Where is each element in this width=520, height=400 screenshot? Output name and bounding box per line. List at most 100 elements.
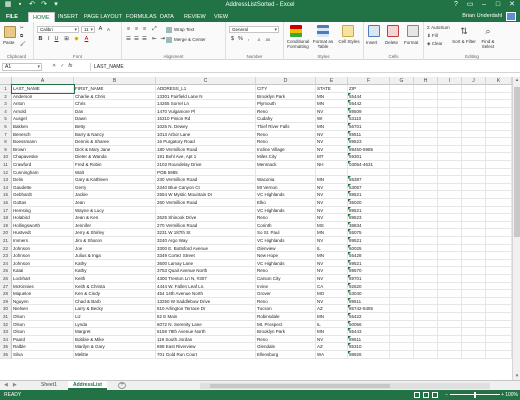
table-cell[interactable]: MN	[316, 328, 348, 336]
format-as-table-icon[interactable]	[317, 25, 329, 37]
table-cell[interactable]	[414, 259, 438, 268]
table-cell[interactable]: 3349 Cortez Street	[156, 252, 256, 260]
table-cell[interactable]: 260 Vermillion Road	[156, 199, 256, 207]
table-cell[interactable]: Olson	[12, 320, 74, 329]
table-cell[interactable]	[414, 206, 438, 215]
table-cell[interactable]: Larry & Becky	[74, 305, 156, 313]
row-header[interactable]: 1	[0, 85, 12, 93]
wrap-text-button[interactable]: Wrap Text	[174, 27, 194, 32]
table-cell[interactable]	[414, 214, 438, 222]
table-cell[interactable]: Carson City	[256, 275, 316, 283]
table-cell[interactable]	[438, 275, 462, 283]
tab-insert[interactable]: INSERT	[54, 12, 82, 22]
table-cell[interactable]: NV	[316, 107, 348, 116]
table-cell[interactable]: Anderson	[12, 92, 74, 101]
table-cell[interactable]: 59301	[348, 153, 390, 161]
font-size-select[interactable]: 11	[81, 26, 95, 33]
table-cell[interactable]: 89521	[348, 206, 390, 215]
table-cell[interactable]: Margret	[74, 328, 156, 336]
table-cell[interactable]	[414, 92, 438, 101]
format-as-table-button[interactable]: Format as Table	[312, 39, 334, 49]
table-cell[interactable]: NV	[316, 237, 348, 245]
table-cell[interactable]	[414, 130, 438, 139]
table-cell[interactable]: Irvine	[256, 282, 316, 291]
table-cell[interactable]	[486, 107, 512, 116]
table-cell[interactable]: Gebhardt	[12, 191, 74, 199]
table-cell[interactable]	[462, 320, 486, 329]
table-cell[interactable]: Incline Village	[256, 145, 316, 154]
table-cell[interactable]: VC Highlands	[256, 259, 316, 268]
table-cell[interactable]: 3240 Argo Way	[156, 237, 256, 245]
table-cell[interactable]	[156, 206, 256, 215]
table-cell[interactable]: 1013 Arbor Lane	[156, 130, 256, 139]
table-cell[interactable]	[486, 335, 512, 344]
table-cell[interactable]: Reno	[256, 297, 316, 306]
table-cell[interactable]	[486, 138, 512, 146]
table-cell[interactable]: IL	[316, 244, 348, 253]
table-cell[interactable]: 89450-5985	[348, 145, 390, 154]
scroll-up-icon[interactable]: ▴	[513, 77, 520, 84]
table-cell[interactable]: MN	[316, 313, 348, 321]
table-cell[interactable]: Kathy	[74, 267, 156, 275]
table-cell[interactable]	[390, 229, 414, 237]
tab-home[interactable]: HOME	[28, 12, 55, 22]
table-cell[interactable]	[390, 328, 414, 336]
table-cell[interactable]	[486, 313, 512, 321]
table-cell[interactable]: Delin	[12, 176, 74, 184]
add-sheet-icon[interactable]: +	[118, 382, 126, 389]
table-cell[interactable]: Reno	[256, 335, 316, 344]
table-cell[interactable]: 2625 Shinook Drive	[156, 214, 256, 222]
row-header[interactable]: 12	[0, 168, 12, 177]
header-cell[interactable]	[486, 85, 512, 93]
insert-cells-icon[interactable]	[368, 25, 380, 37]
table-cell[interactable]: 89521	[348, 237, 390, 245]
format-cells-icon[interactable]	[407, 25, 419, 37]
table-cell[interactable]	[414, 275, 438, 283]
table-cell[interactable]: Dennis & Sharee	[74, 138, 156, 146]
table-cell[interactable]	[316, 168, 348, 177]
row-header[interactable]: 11	[0, 161, 12, 169]
table-cell[interactable]: McKinnies	[12, 282, 74, 291]
table-cell[interactable]: 701 Gold Run Court	[156, 351, 256, 359]
table-cell[interactable]: Waconia	[256, 176, 316, 184]
table-cell[interactable]	[438, 313, 462, 321]
formula-input[interactable]: LAST_NAME	[90, 63, 516, 71]
table-cell[interactable]	[462, 107, 486, 116]
table-cell[interactable]: 55075	[348, 229, 390, 237]
table-cell[interactable]	[486, 297, 512, 306]
table-cell[interactable]: Jerry & Shirley	[74, 229, 156, 237]
table-cell[interactable]	[462, 290, 486, 298]
table-cell[interactable]	[414, 145, 438, 154]
table-cell[interactable]	[390, 351, 414, 359]
table-cell[interactable]	[414, 305, 438, 313]
table-cell[interactable]: Julius & Inga	[74, 252, 156, 260]
table-cell[interactable]: Brown	[12, 145, 74, 154]
column-header[interactable]: B	[74, 77, 156, 85]
table-cell[interactable]: MN	[316, 92, 348, 101]
table-cell[interactable]: NV	[316, 183, 348, 192]
row-header[interactable]: 7	[0, 130, 12, 139]
table-cell[interactable]	[438, 259, 462, 268]
sheet-tab-addresslist[interactable]: AddressList	[68, 381, 107, 390]
table-cell[interactable]: 55444	[348, 92, 390, 101]
table-cell[interactable]: Miles City	[256, 153, 316, 161]
table-cell[interactable]: So St. Paul	[256, 229, 316, 237]
table-cell[interactable]: IL	[316, 320, 348, 329]
table-cell[interactable]: Jennifer	[74, 221, 156, 230]
table-cell[interactable]	[438, 161, 462, 169]
table-cell[interactable]	[486, 130, 512, 139]
table-cell[interactable]: Crawford	[12, 161, 74, 169]
table-cell[interactable]: 454 14th Avenue North	[156, 290, 256, 298]
table-cell[interactable]	[438, 328, 462, 336]
table-cell[interactable]: 13250 W Saddlebow Drive	[156, 297, 256, 306]
table-cell[interactable]: Barry & Nancy	[74, 130, 156, 139]
header-cell[interactable]	[414, 85, 438, 93]
table-cell[interactable]: Plymouth	[256, 100, 316, 108]
borders-icon[interactable]: ⊞	[63, 36, 70, 43]
close-button[interactable]: ✕	[506, 0, 518, 10]
table-cell[interactable]	[438, 252, 462, 260]
table-cell[interactable]: 180 Vermillion Road	[156, 145, 256, 154]
table-cell[interactable]: Ausgel	[12, 115, 74, 123]
table-cell[interactable]	[486, 214, 512, 222]
table-cell[interactable]	[462, 183, 486, 192]
